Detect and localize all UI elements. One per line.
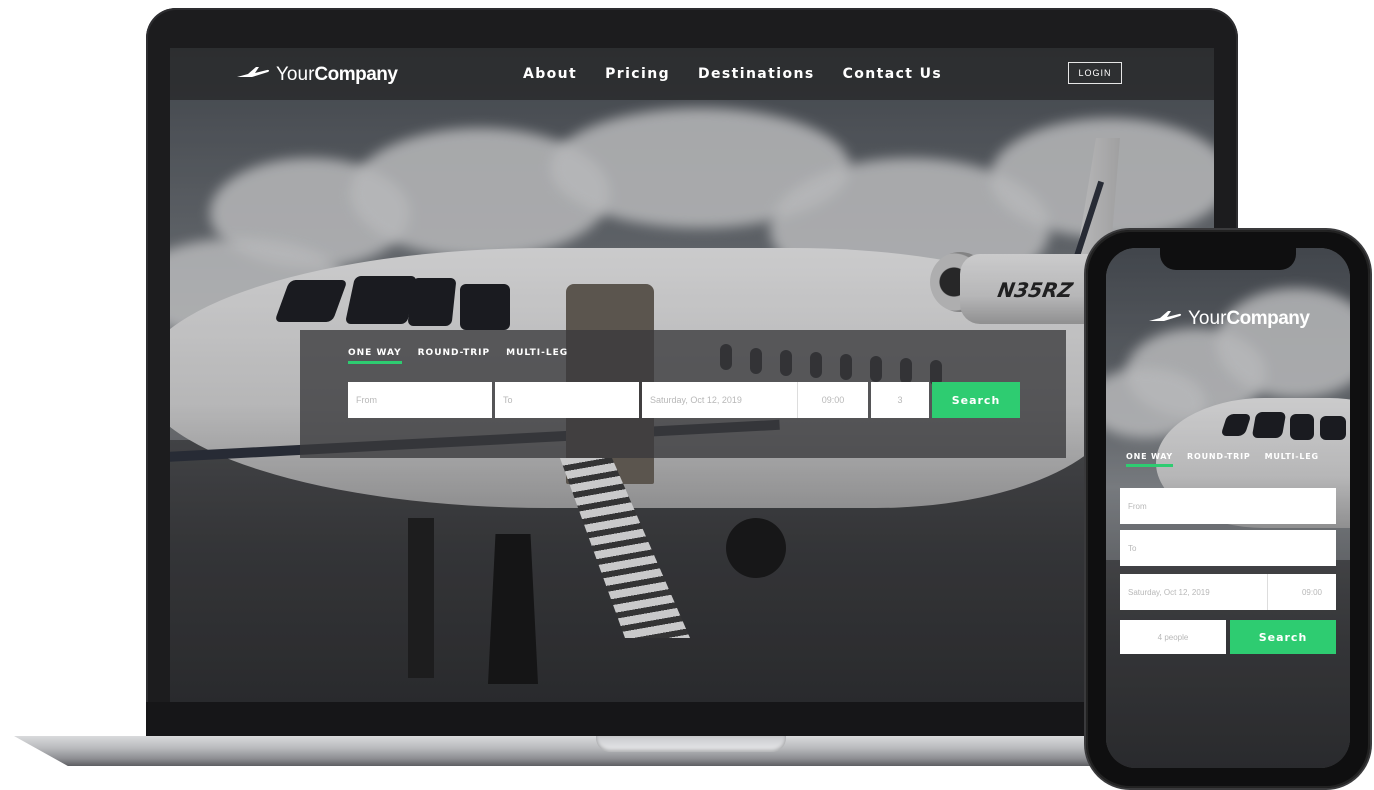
search-button[interactable]: Search xyxy=(932,382,1020,418)
brand-name-bold: Company xyxy=(314,64,398,85)
mobile-from-input[interactable]: From xyxy=(1120,488,1336,524)
mobile-tab-round-trip[interactable]: ROUND-TRIP xyxy=(1187,452,1251,467)
phone-screen: Your Company ONE WAY ROUND-TRIP MULTI-LEG… xyxy=(1106,248,1350,768)
login-button[interactable]: LOGIN xyxy=(1068,62,1122,84)
mobile-tab-one-way[interactable]: ONE WAY xyxy=(1126,452,1174,467)
mobile-brand-logo[interactable]: Your Company xyxy=(1148,308,1310,330)
laptop-screen: N35RZ Your Company About Pricing Destinat… xyxy=(170,48,1214,702)
mobile-plane-icon xyxy=(1148,308,1182,330)
nav-link-contact[interactable]: Contact Us xyxy=(843,66,943,82)
from-input[interactable]: From xyxy=(348,382,492,418)
nav-link-about[interactable]: About xyxy=(523,66,577,82)
mobile-passengers-input[interactable]: 4 people xyxy=(1120,620,1226,654)
mobile-trip-type-tabs: ONE WAY ROUND-TRIP MULTI-LEG xyxy=(1126,452,1319,467)
mobile-search-button[interactable]: Search xyxy=(1230,620,1336,654)
mobile-brand-name-bold: Company xyxy=(1226,308,1310,329)
laptop-hinge-notch xyxy=(596,736,786,752)
mobile-tab-multi-leg[interactable]: MULTI-LEG xyxy=(1265,452,1319,467)
site-header: Your Company About Pricing Destinations C… xyxy=(170,48,1214,100)
main-navigation: About Pricing Destinations Contact Us xyxy=(523,66,942,82)
nav-link-pricing[interactable]: Pricing xyxy=(605,66,670,82)
mobile-time-input[interactable]: 09:00 xyxy=(1268,574,1336,610)
date-input[interactable]: Saturday, Oct 12, 2019 xyxy=(642,382,798,418)
laptop-bezel xyxy=(146,702,1238,738)
tab-one-way[interactable]: ONE WAY xyxy=(348,348,402,364)
booking-panel: ONE WAY ROUND-TRIP MULTI-LEG From To Sat… xyxy=(300,330,1066,458)
nav-link-destinations[interactable]: Destinations xyxy=(698,66,815,82)
plane-icon xyxy=(236,64,270,86)
tab-round-trip[interactable]: ROUND-TRIP xyxy=(418,348,491,364)
brand-logo[interactable]: Your Company xyxy=(236,64,398,86)
to-input[interactable]: To xyxy=(495,382,639,418)
brand-name-light: Your xyxy=(276,64,315,85)
tab-multi-leg[interactable]: MULTI-LEG xyxy=(506,348,568,364)
trip-type-tabs: ONE WAY ROUND-TRIP MULTI-LEG xyxy=(348,348,568,364)
phone-notch xyxy=(1160,248,1296,270)
mobile-date-input[interactable]: Saturday, Oct 12, 2019 xyxy=(1120,574,1268,610)
passengers-input[interactable]: 3 xyxy=(871,382,929,418)
mobile-brand-name-light: Your xyxy=(1188,308,1227,329)
mobile-to-input[interactable]: To xyxy=(1120,530,1336,566)
time-input[interactable]: 09:00 xyxy=(798,382,868,418)
